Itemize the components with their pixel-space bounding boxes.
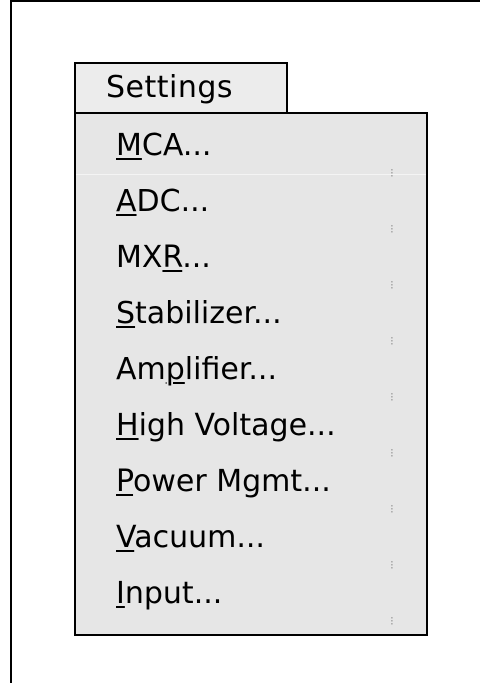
item-dots-icon: ⁝ [390, 502, 394, 516]
menu-item-power-mgmt-mnemonic: P [116, 464, 134, 499]
menu-item-stabilizer-label: tabilizer... [135, 296, 282, 331]
menu-item-high-voltage[interactable]: High Voltage... [116, 402, 336, 450]
menu-item-mca-mnemonic: M [116, 128, 142, 163]
menu-item-amplifier-prefix: Am [116, 352, 166, 387]
item-dots-icon: ⁝ [390, 278, 394, 292]
menu-item-mxr-label: ... [182, 240, 211, 275]
menu-item-power-mgmt-label: ower Mgmt... [133, 464, 331, 499]
menu-item-vacuum[interactable]: Vacuum... [116, 514, 265, 562]
menu-item-high-voltage-label: igh Voltage... [138, 408, 336, 443]
item-dots-icon: ⁝ [390, 446, 394, 460]
menu-item-input-mnemonic: I [116, 576, 125, 611]
menu-item-vacuum-mnemonic: V [116, 520, 135, 555]
item-dots-icon: ⁝ [390, 222, 394, 236]
application-window: Settings MCA... ⁝ ADC... ⁝ MXR... ⁝ Stab… [10, 0, 480, 683]
menu-item-adc-label: DC... [136, 184, 210, 219]
menu-item-input[interactable]: Input... [116, 570, 222, 618]
menu-item-amplifier[interactable]: Amplifier... [116, 346, 277, 394]
menu-item-adc[interactable]: ADC... [116, 178, 209, 226]
menu-separator [76, 174, 426, 175]
settings-menu-title[interactable]: Settings [74, 62, 288, 114]
menu-item-mca-label: CA... [141, 128, 212, 163]
menu-item-vacuum-label: acuum... [134, 520, 265, 555]
menu-item-mxr-prefix: MX [116, 240, 163, 275]
menu-item-adc-mnemonic: A [116, 184, 137, 219]
settings-dropdown-menu: MCA... ⁝ ADC... ⁝ MXR... ⁝ Stabilizer...… [74, 112, 428, 636]
item-dots-icon: ⁝ [390, 614, 394, 628]
item-dots-icon: ⁝ [390, 390, 394, 404]
menu-item-mca[interactable]: MCA... [116, 122, 211, 170]
menu-item-mxr-mnemonic: R [162, 240, 183, 275]
menu-item-stabilizer-mnemonic: S [116, 296, 136, 331]
menu-item-amplifier-mnemonic: p [165, 352, 185, 387]
menu-item-stabilizer[interactable]: Stabilizer... [116, 290, 282, 338]
item-dots-icon: ⁝ [390, 166, 394, 180]
item-dots-icon: ⁝ [390, 334, 394, 348]
menu-item-power-mgmt[interactable]: Power Mgmt... [116, 458, 331, 506]
menu-item-input-label: nput... [124, 576, 223, 611]
menu-item-high-voltage-mnemonic: H [116, 408, 139, 443]
menu-item-mxr[interactable]: MXR... [116, 234, 211, 282]
menu-item-amplifier-label: lifier... [184, 352, 278, 387]
item-dots-icon: ⁝ [390, 558, 394, 572]
